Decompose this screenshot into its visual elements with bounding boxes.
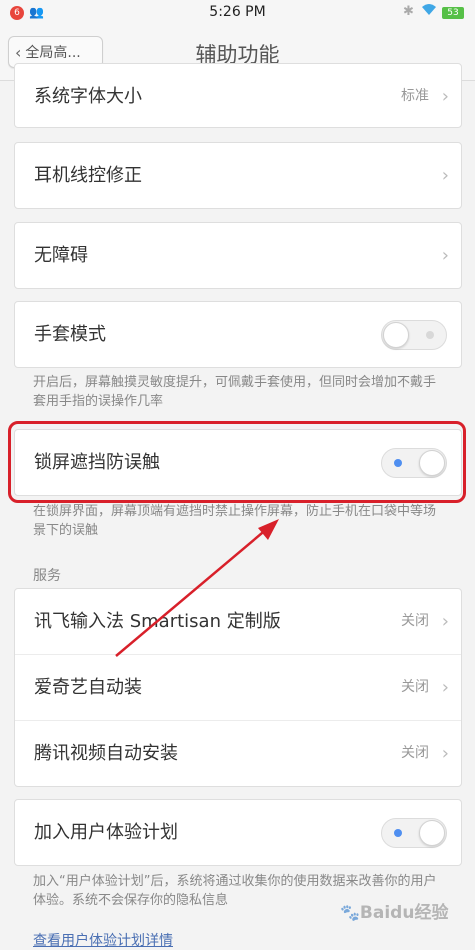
paw-icon: 🐾 xyxy=(340,903,360,922)
watermark-text: Baidu经验 xyxy=(359,903,449,923)
watermark-logo: 🐾Baidu经验 xyxy=(340,898,448,923)
annotation-arrow xyxy=(115,519,279,657)
